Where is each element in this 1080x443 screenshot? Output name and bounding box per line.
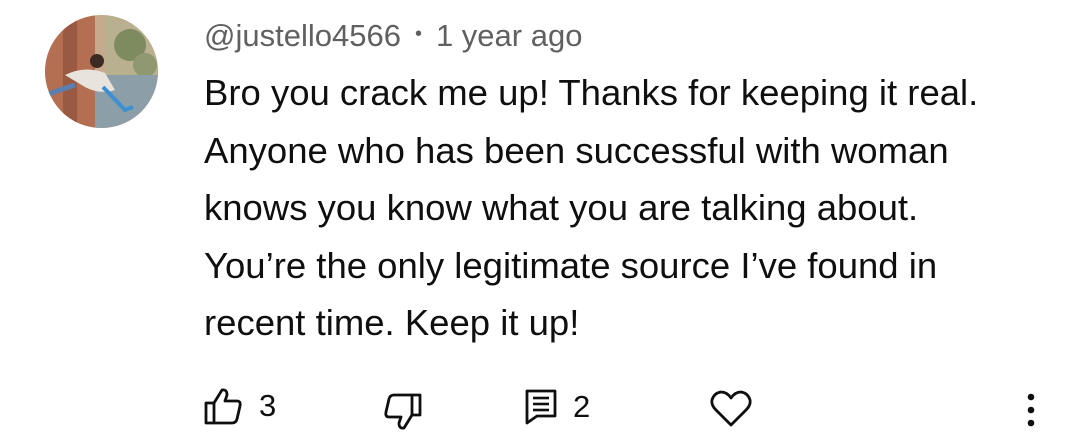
comment-actions: 3 2 [0, 378, 1080, 438]
reply-count: 2 [573, 389, 591, 424]
reply-button[interactable]: 2 [525, 389, 590, 425]
comment-header: @justello4566 • 1 year ago [204, 16, 582, 56]
author-name[interactable]: @justello4566 [204, 18, 401, 54]
comment-icon [525, 389, 557, 425]
comment-card: @justello4566 • 1 year ago Bro you crack… [0, 0, 1080, 443]
timestamp[interactable]: 1 year ago [436, 18, 583, 54]
thumbs-up-icon [204, 388, 242, 425]
like-button[interactable]: 3 [203, 386, 276, 426]
dislike-button[interactable] [383, 392, 423, 432]
thumbs-down-icon [384, 393, 422, 430]
like-count: 3 [259, 388, 277, 423]
heart-button[interactable] [710, 390, 752, 428]
avatar-image [45, 15, 158, 128]
heart-icon [710, 390, 752, 427]
avatar[interactable] [45, 15, 158, 128]
comment-text: Bro you crack me up! Thanks for keeping … [204, 72, 979, 343]
more-vertical-icon [1027, 393, 1035, 427]
separator-dot: • [414, 22, 422, 45]
more-options-button[interactable] [1016, 390, 1046, 430]
